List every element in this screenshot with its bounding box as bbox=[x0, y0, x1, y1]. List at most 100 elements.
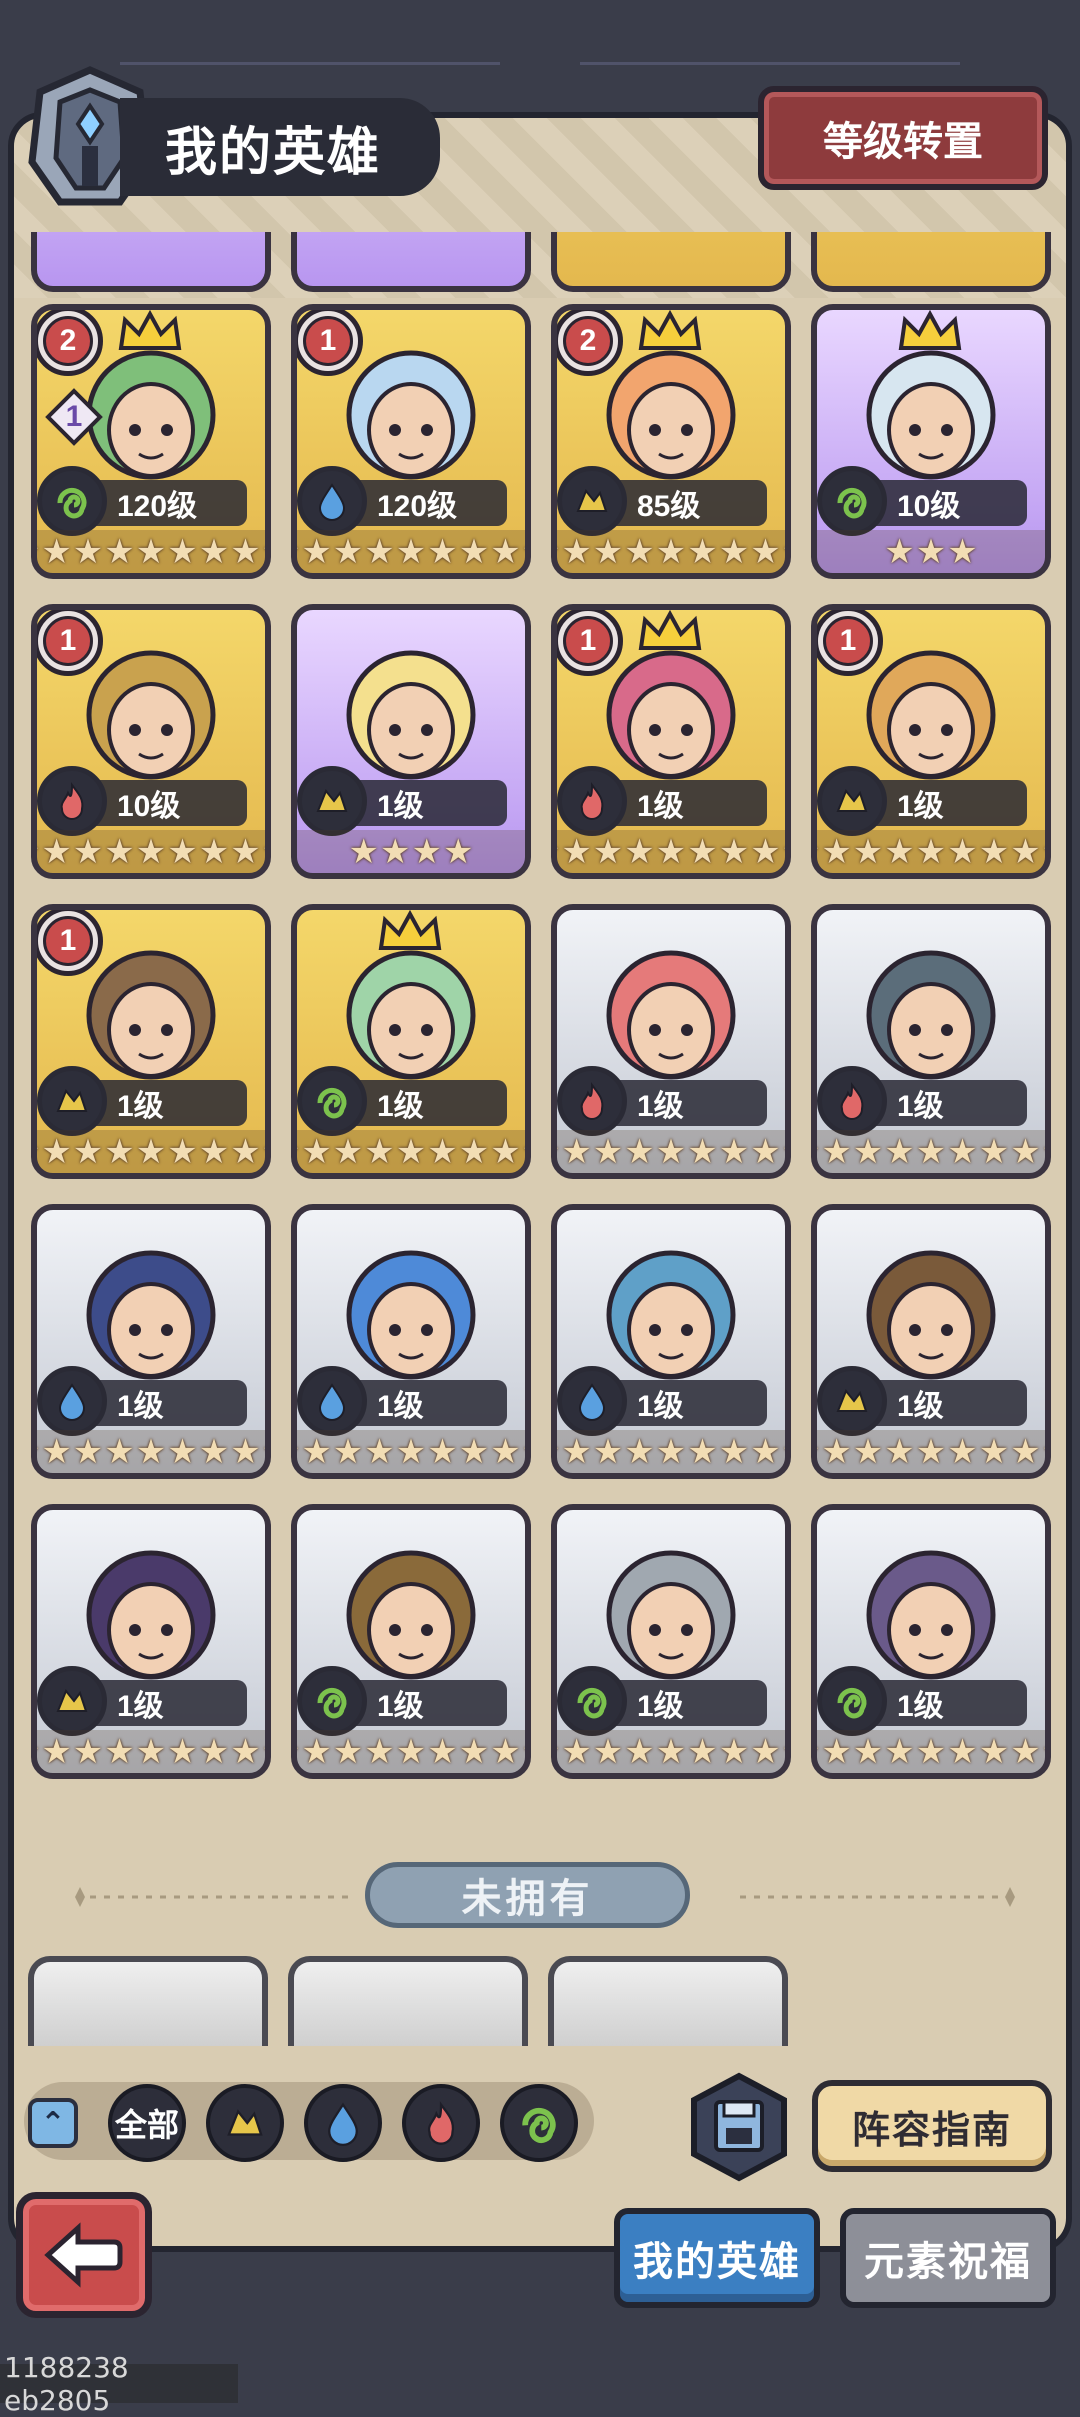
hero-rank-badge: 1 bbox=[557, 610, 623, 676]
hero-grid[interactable]: 120级★★★★★★★★★21120级★★★★★★★★★185级★★★★★★★★… bbox=[28, 232, 1052, 2047]
hero-rank-badge: 1 bbox=[817, 610, 883, 676]
water-element-icon bbox=[328, 2102, 358, 2146]
filter-earth-button[interactable] bbox=[206, 2084, 284, 2162]
unowned-hero-card[interactable] bbox=[548, 1956, 788, 2046]
star-icon: ★ bbox=[41, 833, 72, 871]
hero-card[interactable]: 1级★★★★★★★★★ bbox=[31, 1204, 271, 1479]
hero-stars: ★★★★★★★★★ bbox=[557, 1430, 785, 1473]
star-icon: ★ bbox=[655, 1433, 687, 1471]
star-icon: ★ bbox=[884, 1733, 915, 1771]
star-icon: ★ bbox=[915, 1433, 947, 1471]
expand-filter-button[interactable]: ⌃ bbox=[28, 2098, 78, 2148]
star-icon: ★ bbox=[380, 833, 411, 871]
filter-water-button[interactable] bbox=[304, 2084, 382, 2162]
hero-stars: ★★★★★★★★★ bbox=[297, 530, 525, 573]
hero-card[interactable]: 85级★★★★★★★★★2 bbox=[551, 304, 791, 579]
wind-element-icon bbox=[577, 1687, 607, 1719]
hero-card-partial[interactable] bbox=[31, 232, 271, 292]
star-icon: ★ bbox=[167, 1133, 198, 1171]
star-icon: ★ bbox=[782, 1735, 785, 1769]
hero-card[interactable]: 1级★★★★★★★★★1 bbox=[551, 604, 791, 879]
hero-element-badge bbox=[817, 766, 887, 836]
star-icon: ★ bbox=[427, 1433, 458, 1471]
hero-card[interactable]: 1级★★★★★★★★★ bbox=[291, 904, 531, 1179]
star-icon: ★ bbox=[687, 533, 718, 571]
hero-rank-badge: 2 bbox=[557, 310, 623, 376]
hero-card[interactable]: 1级★★★★★★★★★ bbox=[291, 1504, 531, 1779]
hero-card[interactable]: 120级★★★★★★★★★1 bbox=[291, 304, 531, 579]
hero-card[interactable]: 1级★★★★★★★★★ bbox=[811, 1504, 1051, 1779]
tab-my-heroes[interactable]: 我的英雄 bbox=[614, 2208, 820, 2308]
hero-card[interactable]: 1级★★★★★★★★★ bbox=[291, 1204, 531, 1479]
star-icon: ★ bbox=[687, 833, 718, 871]
hero-stars: ★★★★★★★★★ bbox=[817, 1130, 1045, 1173]
filter-all-button[interactable]: 全部 bbox=[108, 2084, 186, 2162]
fire-element-icon bbox=[427, 2101, 455, 2145]
level-transfer-button[interactable]: 等级转置 bbox=[758, 86, 1048, 190]
lineup-guide-button[interactable]: 阵容指南 bbox=[812, 2080, 1052, 2172]
hero-card-partial[interactable] bbox=[291, 232, 531, 292]
star-icon: ★ bbox=[750, 1133, 781, 1171]
star-icon: ★ bbox=[230, 533, 261, 571]
hero-card-partial[interactable] bbox=[811, 232, 1051, 292]
hero-rank-badge: 1 bbox=[297, 310, 363, 376]
unowned-hero-card[interactable] bbox=[288, 1956, 528, 2046]
hero-stars: ★ ★ ★ ★ bbox=[297, 830, 525, 873]
star-icon: ★ bbox=[817, 1735, 820, 1769]
earth-element-icon bbox=[836, 789, 868, 812]
star-icon: ★ bbox=[624, 533, 655, 571]
star-icon: ★ bbox=[884, 833, 915, 871]
hero-card[interactable]: 1级★★★★★★★★★ bbox=[811, 904, 1051, 1179]
star-icon: ★ bbox=[297, 1435, 300, 1469]
hero-card[interactable]: 1级★★★★★★★★★ bbox=[551, 1504, 791, 1779]
star-icon: ★ bbox=[262, 1435, 265, 1469]
hero-element-badge bbox=[557, 1066, 627, 1136]
hero-card[interactable]: 120级★★★★★★★★★21 bbox=[31, 304, 271, 579]
back-arrow-icon bbox=[44, 2222, 123, 2288]
star-icon: ★ bbox=[884, 533, 915, 571]
star-icon: ★ bbox=[104, 1433, 135, 1471]
hero-card[interactable]: 1级★★★★★★★★★ bbox=[811, 1204, 1051, 1479]
hero-card[interactable]: 10级 ★ ★ ★ bbox=[811, 304, 1051, 579]
star-icon: ★ bbox=[592, 1433, 624, 1471]
hero-card[interactable]: 1级★★★★★★★★★ bbox=[551, 904, 791, 1179]
hero-card[interactable]: 1级★★★★★★★★★ bbox=[31, 1504, 271, 1779]
star-icon: ★ bbox=[557, 835, 560, 869]
star-icon: ★ bbox=[718, 1133, 750, 1171]
hero-card[interactable]: 1级★★★★★★★★★1 bbox=[811, 604, 1051, 879]
hero-card[interactable]: 1级★★★★★★★★★1 bbox=[31, 904, 271, 1179]
crown-icon bbox=[898, 310, 962, 350]
hero-card[interactable]: 10级★★★★★★★★★1 bbox=[31, 604, 271, 879]
hero-card[interactable]: 1级★★★★★★★★★ bbox=[551, 1204, 791, 1479]
star-icon: ★ bbox=[198, 1433, 230, 1471]
star-icon: ★ bbox=[135, 833, 167, 871]
star-icon: ★ bbox=[104, 1133, 135, 1171]
hero-stars: ★★★★★★★★★ bbox=[297, 1430, 525, 1473]
filter-fire-button[interactable] bbox=[402, 2084, 480, 2162]
hero-card[interactable]: 1级 ★ ★ ★ ★ bbox=[291, 604, 531, 879]
star-icon: ★ bbox=[37, 1435, 40, 1469]
crown-icon bbox=[118, 310, 182, 350]
star-icon: ★ bbox=[592, 833, 624, 871]
hero-stars: ★★★★★★★★★ bbox=[557, 1730, 785, 1773]
fire-element-icon bbox=[580, 1082, 604, 1120]
filter-wind-button[interactable] bbox=[500, 2084, 578, 2162]
star-icon: ★ bbox=[490, 1433, 521, 1471]
star-icon: ★ bbox=[104, 1733, 135, 1771]
star-icon: ★ bbox=[522, 1135, 525, 1169]
star-icon: ★ bbox=[592, 1733, 624, 1771]
star-icon: ★ bbox=[262, 835, 265, 869]
star-icon: ★ bbox=[782, 835, 785, 869]
water-element-icon bbox=[58, 1383, 86, 1421]
back-button[interactable] bbox=[16, 2192, 152, 2318]
build-id: 1188238 eb2805 bbox=[0, 2351, 238, 2417]
tab-element-blessing[interactable]: 元素祝福 bbox=[840, 2208, 1056, 2308]
star-icon: ★ bbox=[230, 1133, 261, 1171]
earth-element-icon bbox=[836, 1389, 868, 1412]
hero-card-partial[interactable] bbox=[551, 232, 791, 292]
star-icon: ★ bbox=[947, 833, 978, 871]
unowned-hero-card[interactable] bbox=[28, 1956, 268, 2046]
star-icon: ★ bbox=[817, 835, 820, 869]
star-icon: ★ bbox=[522, 1735, 525, 1769]
save-lineup-icon[interactable] bbox=[688, 2072, 790, 2182]
